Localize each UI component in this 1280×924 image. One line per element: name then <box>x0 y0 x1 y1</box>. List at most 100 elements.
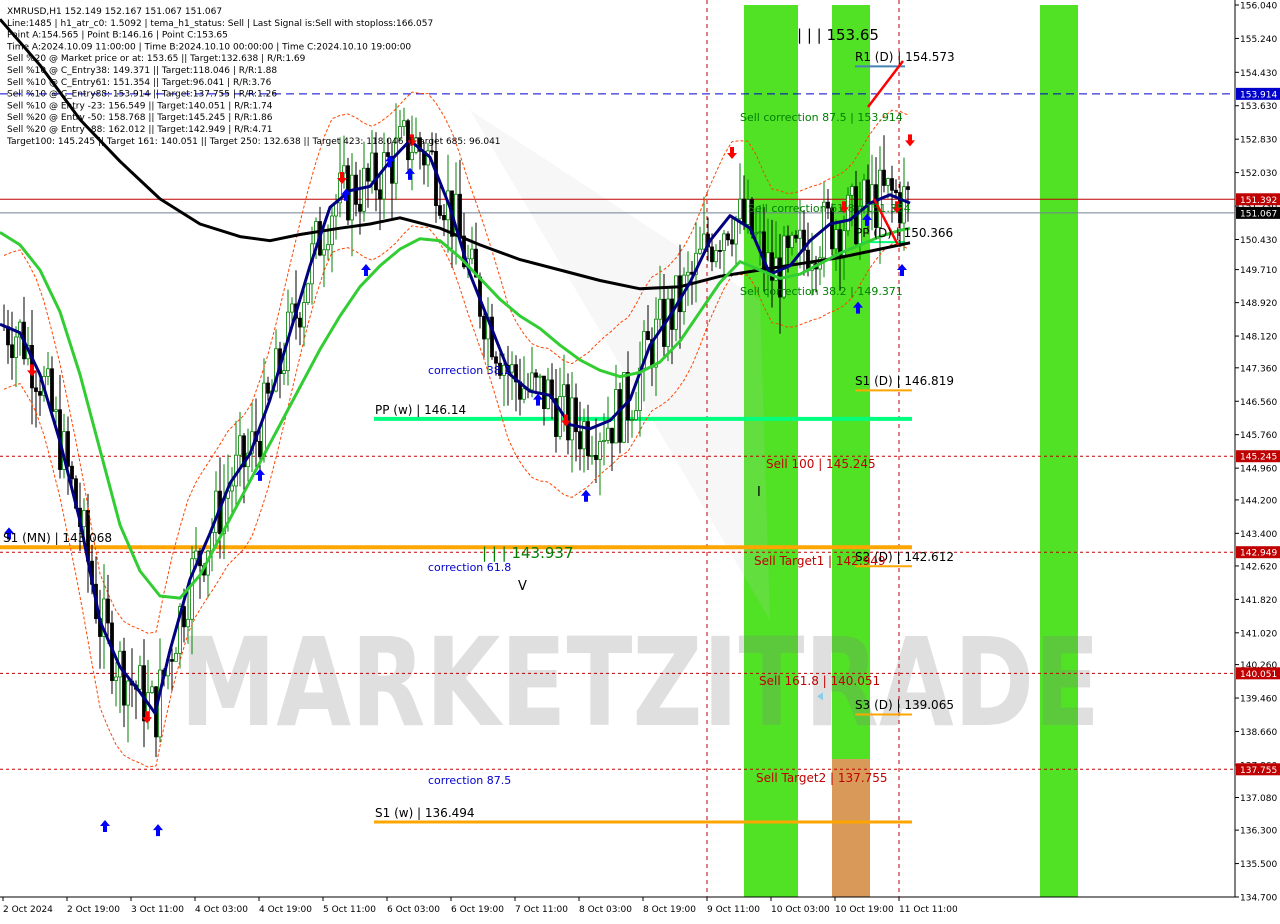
candle-body <box>790 234 794 248</box>
candle-body <box>850 186 854 196</box>
candle-body <box>46 368 50 377</box>
wave-label-v: V <box>518 579 527 594</box>
level-label-15: Sell correction 61.8 | 151.354 <box>748 202 911 215</box>
candle-body <box>742 198 746 225</box>
price-tick-label: 146.560 <box>1240 398 1277 408</box>
candle-body <box>894 189 898 194</box>
wave-label-i: I <box>757 485 761 500</box>
info-line-3: Time A:2024.10.09 11:00:00 | Time B:2024… <box>6 42 411 52</box>
price-tick-label: 144.960 <box>1240 465 1277 475</box>
info-line-1: Line:1485 | h1_atr_c0: 1.5092 | tema_h1_… <box>7 19 433 29</box>
price-chart: MARKETZITRADE R1 (D) | 154.573 PP (D) | 1… <box>0 0 1280 920</box>
price-tick-label: 141.020 <box>1240 629 1277 639</box>
candle-body <box>570 397 574 441</box>
candle-body <box>722 233 726 251</box>
time-tick-label: 9 Oct 11:00 <box>707 905 760 915</box>
candle-body <box>658 298 662 320</box>
candle-body <box>350 174 354 221</box>
level-label-10: Sell 100 | 145.245 <box>766 457 876 471</box>
candle-body <box>886 178 890 186</box>
time-tick-label: 2 Oct 2024 <box>3 905 53 915</box>
candle-body <box>522 388 526 400</box>
candle-body <box>186 618 190 628</box>
price-tick-label: 154.430 <box>1240 69 1277 79</box>
candle-body <box>534 372 538 378</box>
price-tick-label: 152.830 <box>1240 136 1277 146</box>
candle-body <box>646 331 650 340</box>
candle-body <box>610 427 614 444</box>
price-tag-label: 142.949 <box>1240 549 1277 559</box>
candle-body <box>890 178 894 191</box>
candle-body <box>150 686 154 694</box>
candle-body <box>738 198 742 220</box>
price-tag-label: 151.392 <box>1240 196 1277 206</box>
level-label-14: Sell correction 87.5 | 153.914 <box>740 111 903 124</box>
watermark-text: MARKETZITRADE <box>180 612 1100 754</box>
candle-body <box>302 302 306 328</box>
time-tick-label: 4 Oct 19:00 <box>259 905 312 915</box>
candle-body <box>410 151 414 161</box>
candle-body <box>430 150 434 153</box>
candle-body <box>906 186 910 190</box>
level-label-11: Sell Target1 | 142.949 <box>754 554 886 568</box>
price-tick-label: 137.080 <box>1240 794 1277 804</box>
candle-body <box>718 250 722 252</box>
candle-body <box>598 441 602 460</box>
candle-body <box>754 232 758 235</box>
candle-body <box>82 510 86 528</box>
price-tag-label: 151.067 <box>1240 209 1277 219</box>
price-tag-label: 153.914 <box>1240 90 1277 100</box>
level-label-8: | | | 153.65 <box>797 26 879 44</box>
chart-root: MARKETZITRADE R1 (D) | 154.573 PP (D) | 1… <box>0 0 1280 920</box>
candle-body <box>590 455 594 457</box>
level-label-7: S1 (MN) | 143.068 <box>3 531 112 545</box>
candle-body <box>702 233 706 250</box>
candle-body <box>50 368 54 412</box>
info-line-7: Sell %10 @ C_Entry88: 153.914 || Target:… <box>7 90 277 100</box>
price-tick-label: 148.920 <box>1240 299 1277 309</box>
candle-body <box>230 485 234 492</box>
price-tick-label: 155.240 <box>1240 35 1277 45</box>
candle-body <box>306 283 310 303</box>
candle-body <box>386 152 390 157</box>
price-tick-label: 143.400 <box>1240 530 1277 540</box>
candle-body <box>370 152 374 182</box>
candle-body <box>290 303 294 313</box>
candle-body <box>54 409 58 412</box>
time-tick-label: 5 Oct 11:00 <box>323 905 376 915</box>
candle-body <box>190 558 194 620</box>
candle-body <box>594 455 598 460</box>
candle-body <box>438 205 442 216</box>
candle-body <box>730 239 734 245</box>
candle-body <box>606 427 610 441</box>
candle-body <box>126 680 130 706</box>
candle-body <box>578 431 582 450</box>
level-label-4: S3 (D) | 139.065 <box>855 698 954 712</box>
time-tick-label: 2 Oct 19:00 <box>67 905 120 915</box>
time-tick-label: 11 Oct 11:00 <box>899 905 958 915</box>
candle-body <box>282 370 286 374</box>
level-label-9: | | | 143.937 <box>482 544 574 562</box>
candle-body <box>322 249 326 256</box>
price-tick-label: 135.500 <box>1240 860 1277 870</box>
candle-body <box>710 246 714 263</box>
time-tick-label: 8 Oct 03:00 <box>579 905 632 915</box>
candle-body <box>698 248 702 254</box>
time-tick-label: 6 Oct 19:00 <box>451 905 504 915</box>
level-label-0: R1 (D) | 154.573 <box>855 50 955 64</box>
candle-body <box>10 344 14 358</box>
candle-body <box>382 152 386 200</box>
candle-body <box>158 669 162 738</box>
candle-body <box>366 167 370 182</box>
candle-body <box>582 421 586 450</box>
candle-body <box>402 120 406 127</box>
time-tick-label: 8 Oct 19:00 <box>643 905 696 915</box>
time-tick-label: 7 Oct 11:00 <box>515 905 568 915</box>
price-tick-label: 147.360 <box>1240 364 1277 374</box>
info-line-6: Sell %10 @ C_Entry61: 151.354 || Target:… <box>7 78 272 88</box>
candle-body <box>798 229 802 239</box>
zone-green-3 <box>1040 5 1078 897</box>
info-line-4: Sell %20 @ Market price or at: 153.65 ||… <box>7 54 306 64</box>
candle-body <box>686 271 690 276</box>
candle-body <box>238 435 242 456</box>
